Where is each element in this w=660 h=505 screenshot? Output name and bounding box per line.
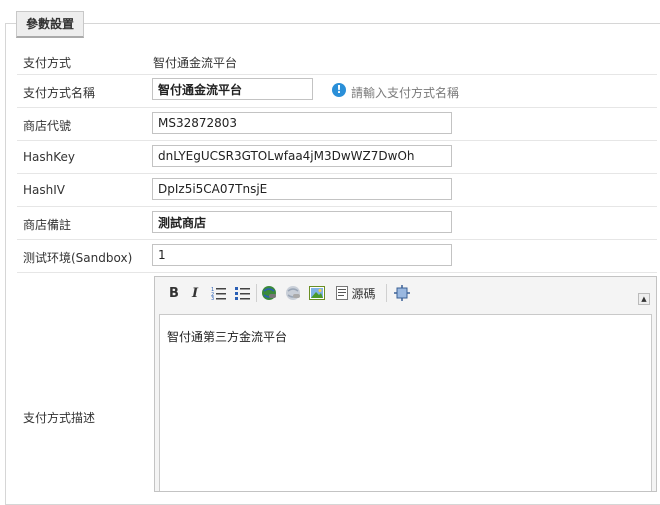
- label-store-note: 商店備註: [23, 218, 72, 232]
- section-title: 參數設置: [16, 11, 85, 38]
- toolbar-separator: [386, 284, 387, 302]
- editor-toolbar: B I 123 源碼: [160, 282, 650, 306]
- toolbar-separator: [256, 284, 257, 302]
- label-sandbox: 测试环境(Sandbox): [23, 251, 133, 265]
- source-icon[interactable]: 源碼: [332, 282, 380, 304]
- hash-key-input[interactable]: [152, 145, 452, 167]
- sandbox-input[interactable]: [152, 244, 452, 266]
- ordered-list-icon[interactable]: 123: [209, 282, 229, 304]
- payment-method-name-hint: 請輸入支付方式名稱: [351, 86, 460, 100]
- row-sandbox: 测试环境(Sandbox): [17, 240, 657, 273]
- editor-content-area[interactable]: 智付通第三方金流平台: [159, 314, 652, 491]
- image-icon[interactable]: [307, 282, 327, 304]
- label-payment-method-name: 支付方式名稱: [23, 86, 96, 100]
- unlink-icon[interactable]: [283, 282, 303, 304]
- value-payment-method: 智付通金流平台: [153, 56, 238, 70]
- rich-text-editor: B I 123 源碼 ▲ 智付通第三方金流平台: [154, 276, 657, 492]
- payment-method-name-input[interactable]: [152, 78, 313, 100]
- info-icon: !: [332, 83, 346, 97]
- link-icon[interactable]: [259, 282, 279, 304]
- bold-icon[interactable]: B: [164, 282, 184, 304]
- svg-text:3: 3: [211, 296, 214, 300]
- collapse-toolbar-icon[interactable]: ▲: [638, 293, 650, 305]
- label-hash-iv: HashIV: [23, 183, 65, 197]
- row-store-code: 商店代號: [17, 108, 657, 141]
- hash-iv-input[interactable]: [152, 178, 452, 200]
- label-store-code: 商店代號: [23, 119, 72, 133]
- editor-content: 智付通第三方金流平台: [167, 330, 288, 344]
- source-label: 源碼: [351, 286, 376, 301]
- label-description: 支付方式描述: [23, 411, 96, 425]
- store-code-input[interactable]: [152, 112, 452, 134]
- label-hash-key: HashKey: [23, 150, 75, 164]
- maximize-icon[interactable]: [392, 282, 412, 304]
- row-hash-iv: HashIV: [17, 174, 657, 207]
- italic-icon[interactable]: I: [186, 282, 204, 304]
- row-hash-key: HashKey: [17, 141, 657, 174]
- row-payment-method-name: 支付方式名稱 ! 請輸入支付方式名稱: [17, 75, 657, 108]
- row-store-note: 商店備註: [17, 207, 657, 240]
- store-note-input[interactable]: [152, 211, 452, 233]
- unordered-list-icon[interactable]: [233, 282, 253, 304]
- row-payment-method: 支付方式 智付通金流平台: [17, 46, 657, 75]
- label-payment-method: 支付方式: [23, 56, 72, 70]
